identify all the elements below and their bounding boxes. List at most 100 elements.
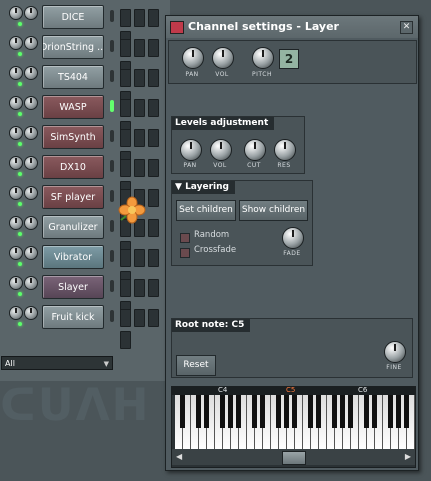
step-button[interactable] (134, 129, 145, 147)
window-titlebar[interactable]: Channel settings - Layer ✕ (166, 16, 418, 38)
channel-name-button[interactable]: OrionString ... (42, 35, 104, 59)
channel-name-button[interactable]: Granulizer (42, 215, 104, 239)
black-key[interactable] (308, 395, 313, 428)
step-button[interactable] (120, 129, 131, 147)
pitch-knob[interactable] (252, 47, 274, 69)
channel-pan-knob[interactable] (9, 246, 23, 260)
set-children-button[interactable]: Set children (176, 200, 236, 221)
channel-mute-led[interactable] (18, 172, 22, 176)
channel-select-indicator[interactable] (110, 40, 114, 52)
channel-mute-led[interactable] (18, 202, 22, 206)
channel-volume-knob[interactable] (24, 126, 38, 140)
channel-mute-led[interactable] (18, 22, 22, 26)
channel-pan-knob[interactable] (9, 186, 23, 200)
channel-select-indicator[interactable] (110, 70, 114, 82)
channel-name-button[interactable]: TS404 (42, 65, 104, 89)
channel-select-indicator[interactable] (110, 280, 114, 292)
black-key[interactable] (292, 395, 297, 428)
channel-name-button[interactable]: DX10 (42, 155, 104, 179)
channel-volume-knob[interactable] (24, 66, 38, 80)
channel-volume-knob[interactable] (24, 306, 38, 320)
step-button[interactable] (134, 99, 145, 117)
channel-mute-led[interactable] (18, 232, 22, 236)
black-key[interactable] (252, 395, 257, 428)
step-button[interactable] (120, 159, 131, 177)
step-button[interactable] (148, 129, 159, 147)
channel-name-button[interactable]: Vibrator (42, 245, 104, 269)
step-button[interactable] (134, 279, 145, 297)
pitch-range-display[interactable]: 2 (279, 49, 299, 69)
step-button[interactable] (120, 249, 131, 267)
step-button[interactable] (148, 249, 159, 267)
black-key[interactable] (388, 395, 393, 428)
channel-pan-knob[interactable] (9, 66, 23, 80)
channel-mute-led[interactable] (18, 112, 22, 116)
level-pan-knob[interactable] (180, 139, 202, 161)
piano-keyboard[interactable]: C4 C5 C6 ◀ ▶ (171, 386, 416, 468)
black-key[interactable] (340, 395, 345, 428)
black-key[interactable] (348, 395, 353, 428)
channel-mute-led[interactable] (18, 262, 22, 266)
channel-volume-knob[interactable] (24, 186, 38, 200)
black-key[interactable] (364, 395, 369, 428)
channel-pan-knob[interactable] (9, 216, 23, 230)
channel-select-indicator[interactable] (110, 190, 114, 202)
step-button[interactable] (120, 309, 131, 327)
channel-pan-knob[interactable] (9, 306, 23, 320)
black-key[interactable] (228, 395, 233, 428)
channel-volume-knob[interactable] (24, 6, 38, 20)
channel-volume-knob[interactable] (24, 156, 38, 170)
black-key[interactable] (396, 395, 401, 428)
random-checkbox[interactable] (180, 233, 190, 243)
scroll-left-icon[interactable]: ◀ (176, 452, 182, 461)
black-key[interactable] (276, 395, 281, 428)
channel-select-indicator[interactable] (110, 100, 114, 112)
black-key[interactable] (196, 395, 201, 428)
channel-select-indicator[interactable] (110, 310, 114, 322)
step-button[interactable] (120, 9, 131, 27)
channel-pan-knob[interactable] (9, 276, 23, 290)
black-key[interactable] (284, 395, 289, 428)
close-button[interactable]: ✕ (400, 21, 413, 34)
channel-volume-knob[interactable] (24, 36, 38, 50)
step-button[interactable] (148, 189, 159, 207)
step-button[interactable] (120, 69, 131, 87)
step-button[interactable] (120, 331, 131, 349)
black-key[interactable] (180, 395, 185, 428)
channel-select-indicator[interactable] (110, 10, 114, 22)
channel-name-button[interactable]: SimSynth (42, 125, 104, 149)
step-button[interactable] (148, 309, 159, 327)
step-button[interactable] (120, 39, 131, 57)
filter-dropdown[interactable]: All ▼ (1, 356, 113, 370)
volume-knob[interactable] (212, 47, 234, 69)
level-cut-knob[interactable] (244, 139, 266, 161)
step-button[interactable] (134, 39, 145, 57)
channel-mute-led[interactable] (18, 292, 22, 296)
fade-knob[interactable] (282, 227, 304, 249)
layering-title[interactable]: ▼ Layering (172, 181, 235, 194)
channel-select-indicator[interactable] (110, 220, 114, 232)
black-key[interactable] (316, 395, 321, 428)
channel-pan-knob[interactable] (9, 126, 23, 140)
channel-name-button[interactable]: Fruit kick (42, 305, 104, 329)
black-key[interactable] (220, 395, 225, 428)
step-button[interactable] (134, 249, 145, 267)
channel-mute-led[interactable] (18, 322, 22, 326)
channel-mute-led[interactable] (18, 52, 22, 56)
black-key[interactable] (372, 395, 377, 428)
channel-pan-knob[interactable] (9, 6, 23, 20)
channel-pan-knob[interactable] (9, 156, 23, 170)
channel-pan-knob[interactable] (9, 36, 23, 50)
step-button[interactable] (148, 39, 159, 57)
channel-volume-knob[interactable] (24, 216, 38, 230)
crossfade-checkbox[interactable] (180, 248, 190, 258)
channel-select-indicator[interactable] (110, 160, 114, 172)
step-button[interactable] (148, 279, 159, 297)
black-key[interactable] (204, 395, 209, 428)
black-key[interactable] (260, 395, 265, 428)
keyboard-scrollbar[interactable]: ◀ ▶ (172, 449, 415, 465)
channel-mute-led[interactable] (18, 142, 22, 146)
channel-name-button[interactable]: WASP (42, 95, 104, 119)
scroll-thumb[interactable] (282, 451, 306, 465)
step-button[interactable] (134, 159, 145, 177)
